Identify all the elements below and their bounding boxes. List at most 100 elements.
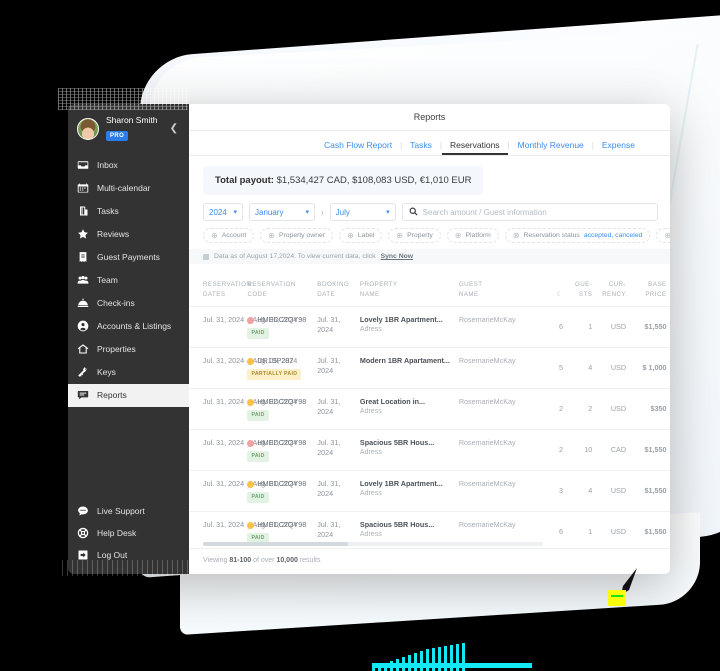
reservation-code[interactable]: HMEDC2QY98 xyxy=(257,479,306,489)
reservation-code[interactable]: HMEDC2QY98 xyxy=(257,315,306,325)
home-icon xyxy=(77,343,89,355)
horizontal-scrollbar[interactable] xyxy=(203,542,543,546)
cell-code: HMEDC2QY98 PAID xyxy=(247,469,318,512)
sidebar-item-help-desk[interactable]: Help Desk xyxy=(68,522,189,544)
sidebar-item-check-ins[interactable]: Check-ins xyxy=(68,292,189,315)
plus-circle-icon: ⊕ xyxy=(396,230,404,240)
table-row[interactable]: Jul. 31, 2024 › Aug. 02, 2024 HMEDC2QY98… xyxy=(189,387,670,430)
chip-label: Property xyxy=(407,232,433,240)
cell-guests: 4 xyxy=(569,346,599,389)
sidebar-item-keys[interactable]: Keys xyxy=(68,361,189,384)
property-name[interactable]: Great Location in... xyxy=(360,397,455,407)
tab-reservations[interactable]: Reservations xyxy=(441,140,508,156)
month-to-select[interactable]: July ▾ xyxy=(329,203,396,222)
star-icon xyxy=(77,228,89,240)
col-line2: DATES xyxy=(203,290,226,298)
cell-code: HMEDC2QY98 PAID xyxy=(247,306,318,348)
sidebar-item-reviews[interactable]: Reviews xyxy=(68,223,189,246)
cell-code: HMEDC2QY98 PAID xyxy=(247,387,318,430)
tab-expense[interactable]: Expense xyxy=(594,140,643,155)
chip-property-owner[interactable]: ⊕ Property owner xyxy=(260,228,334,244)
sidebar-item-reports[interactable]: Reports xyxy=(68,383,189,407)
table-row[interactable]: Jul. 31, 2024 › Aug. 02, 2024 HMEDC2QY98… xyxy=(189,428,670,471)
property-name[interactable]: Lovely 1BR Apartment... xyxy=(360,315,455,325)
chip-account[interactable]: ⊕ Account xyxy=(203,228,255,244)
col-guests[interactable]: GUE- STS xyxy=(569,264,599,307)
sidebar-item-guest-payments[interactable]: Guest Payments xyxy=(68,246,189,269)
reservation-code[interactable]: HMEDC2QY98 xyxy=(257,438,306,448)
sidebar-item-team[interactable]: Team xyxy=(68,269,189,292)
cell-currency: USD xyxy=(598,306,633,348)
reservation-code[interactable]: HMEDC2QY98 xyxy=(257,397,306,407)
tab-monthly-revenue[interactable]: Monthly Revenue xyxy=(510,140,592,155)
sidebar-item-label: Properties xyxy=(97,344,136,355)
sidebar-item-label: Tasks xyxy=(97,206,119,217)
chip-payment-status[interactable]: ⊕ Payment status xyxy=(656,228,670,244)
col-base-price[interactable]: BASE PRICE xyxy=(632,264,670,307)
sidebar-item-tasks[interactable]: Tasks xyxy=(68,200,189,223)
viewing-middle: of over xyxy=(253,557,275,564)
col-line2: NAME xyxy=(458,290,479,298)
search-input[interactable]: Search amount / Guest information xyxy=(401,203,658,222)
reservations-table-scroll[interactable]: RESERVATION DATES RESERVATION CODE BOOKI… xyxy=(189,264,670,548)
chevron-down-icon: ▾ xyxy=(233,209,237,217)
sidebar-bottom-nav: Live Support Help Desk Log Out xyxy=(68,500,189,574)
sidebar-user[interactable]: Sharon Smith PRO ❮ xyxy=(68,110,189,150)
report-tabs: Cash Flow Report | Tasks | Reservations … xyxy=(189,131,670,157)
table-body: Jul. 31, 2024 › Aug. 06, 2024 HMEDC2QY98… xyxy=(189,306,670,548)
sidebar-item-multi-calendar[interactable]: Multi-calendar xyxy=(68,177,189,200)
viewing-prefix: Viewing xyxy=(203,557,228,564)
sync-now-link[interactable]: Sync Now xyxy=(381,253,413,260)
chip-property[interactable]: ⊕ Property xyxy=(388,228,441,244)
sidebar-item-log-out[interactable]: Log Out xyxy=(68,544,189,566)
property-name[interactable]: Spacious 5BR Hous... xyxy=(360,438,455,448)
table-row[interactable]: Jul. 31, 2024 › Aug. 01, 2024 HMEDC2QY98… xyxy=(189,469,670,512)
chevron-down-icon: ▾ xyxy=(386,209,390,217)
date-from: Jul. 31, 2024 xyxy=(203,519,245,529)
viewing-range: 81-100 xyxy=(229,557,252,564)
col-currency[interactable]: CUR- RENCY xyxy=(598,264,633,307)
sidebar-item-label: Reviews xyxy=(97,229,130,240)
chip-label[interactable]: ⊕ Label xyxy=(339,228,383,244)
lifebuoy-icon xyxy=(77,527,89,539)
col-reservation-dates[interactable]: RESERVATION DATES xyxy=(189,264,251,307)
x-circle-icon[interactable]: ⊗ xyxy=(513,231,520,240)
year-select[interactable]: 2024 ▾ xyxy=(203,203,243,222)
col-line2: CODE xyxy=(247,290,268,298)
col-nights[interactable]: ☾ xyxy=(551,264,570,307)
chevron-left-icon[interactable]: ❮ xyxy=(167,122,181,136)
col-property-name[interactable]: PROPERTY NAME xyxy=(359,264,459,307)
payout-section: Total payout: $1,534,427 CAD, $108,083 U… xyxy=(189,156,670,199)
sidebar-item-label: Live Support xyxy=(97,506,145,516)
sync-notice-text: Data as of August 17,2024. To view curre… xyxy=(214,253,376,261)
chip-platform[interactable]: ⊕ Platform xyxy=(446,228,499,244)
team-icon xyxy=(77,274,89,286)
table-row[interactable]: Jul. 31, 2024 › Aug. 05, 2024 DR1SP287 P… xyxy=(189,346,670,389)
payment-status-badge: PAID xyxy=(247,410,269,421)
sidebar-item-live-support[interactable]: Live Support xyxy=(68,500,189,522)
tab-cash-flow-report[interactable]: Cash Flow Report xyxy=(316,140,400,155)
sidebar-item-properties[interactable]: Properties xyxy=(68,338,189,361)
property-name[interactable]: Lovely 1BR Apartment... xyxy=(360,479,455,489)
col-reservation-code[interactable]: RESERVATION CODE xyxy=(247,264,318,307)
chip-reservation-status[interactable]: ⊗ Reservation status accepted, canceled xyxy=(504,228,651,244)
range-separator: › xyxy=(321,207,324,217)
table-row[interactable]: Jul. 31, 2024 › Aug. 06, 2024 HMEDC2QY98… xyxy=(189,306,670,348)
tab-tasks[interactable]: Tasks xyxy=(402,140,440,155)
property-name[interactable]: Modern 1BR Apartament... xyxy=(360,356,455,366)
reservation-code[interactable]: DR1SP287 xyxy=(257,356,293,366)
property-name[interactable]: Spacious 5BR Hous... xyxy=(360,520,455,530)
cell-guests: 4 xyxy=(569,469,599,512)
col-line1: GUEST xyxy=(458,281,483,289)
sidebar-item-accounts-listings[interactable]: Accounts & Listings xyxy=(68,315,189,338)
sticky-note-line xyxy=(611,595,623,597)
cell-property: Lovely 1BR Apartment... Adress xyxy=(359,469,459,512)
date-from: Jul. 31, 2024 xyxy=(203,478,245,488)
col-booking-date[interactable]: BOOKING DATE xyxy=(317,264,360,307)
sidebar-item-inbox[interactable]: Inbox xyxy=(68,154,189,177)
month-from-select[interactable]: January ▾ xyxy=(249,203,315,222)
col-guest-name[interactable]: GUEST NAME xyxy=(458,264,552,307)
cell-dates: Jul. 31, 2024 › Aug. 06, 2024 xyxy=(189,306,297,348)
scrollbar-thumb[interactable] xyxy=(203,542,348,546)
reservation-code[interactable]: HMEDC2QY98 xyxy=(257,520,306,530)
